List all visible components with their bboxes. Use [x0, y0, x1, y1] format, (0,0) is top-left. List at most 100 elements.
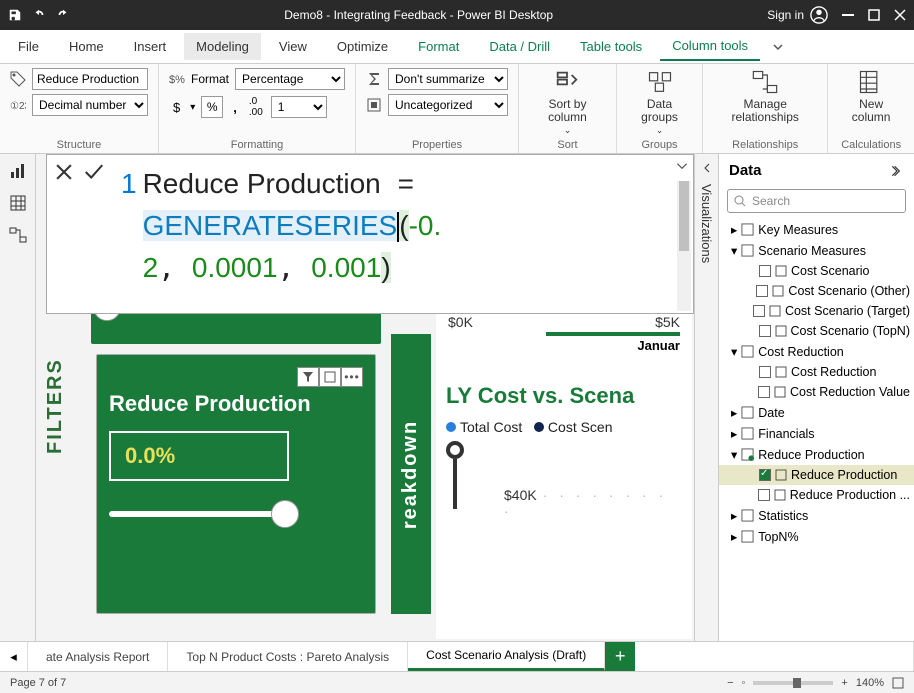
- column-name-input[interactable]: [32, 68, 148, 90]
- zoom-out-button[interactable]: −: [727, 677, 733, 689]
- filter-icon[interactable]: [297, 367, 319, 387]
- redo-icon[interactable]: [56, 8, 70, 22]
- formula-bar[interactable]: 1Reduce Production = 1GENERATESERIES(-0.…: [46, 154, 694, 314]
- field-reduce-production-value[interactable]: Reduce Production ...: [719, 485, 914, 505]
- formula-scrollbar[interactable]: [677, 181, 691, 311]
- undo-icon[interactable]: [32, 8, 46, 22]
- cancel-formula-icon[interactable]: [53, 161, 75, 183]
- zoom-in-button[interactable]: +: [841, 677, 847, 689]
- manage-relationships-button[interactable]: Manage relationships: [713, 68, 817, 124]
- field-cost-scenario[interactable]: Cost Scenario: [719, 261, 914, 281]
- decimal-button[interactable]: .0.00: [247, 94, 265, 120]
- chart-visual[interactable]: $0K $5K Januar LY Cost vs. Scena Total C…: [436, 304, 692, 639]
- maximize-icon[interactable]: [868, 9, 880, 21]
- y-axis-40k: $40K· · · · · · · · ·: [504, 487, 682, 519]
- month-label: Januar: [436, 336, 692, 355]
- report-canvas[interactable]: FILTERS Co - ••• Reduce Production 0.0% …: [36, 154, 694, 641]
- table-statistics[interactable]: ▸ Statistics: [719, 505, 914, 526]
- menu-view[interactable]: View: [267, 33, 319, 60]
- svg-text:①23: ①23: [10, 101, 26, 112]
- field-cost-scenario-target[interactable]: Cost Scenario (Target): [719, 301, 914, 321]
- slicer-card-reduce-production[interactable]: ••• Reduce Production 0.0%: [96, 354, 376, 614]
- close-icon[interactable]: [894, 9, 906, 21]
- more-icon[interactable]: •••: [341, 367, 363, 387]
- menu-format[interactable]: Format: [406, 33, 471, 60]
- tab-3[interactable]: Cost Scenario Analysis (Draft): [408, 642, 605, 671]
- currency-button[interactable]: $: [169, 98, 184, 117]
- tab-scroll-left[interactable]: ◂: [0, 642, 28, 671]
- menu-tabletools[interactable]: Table tools: [568, 33, 654, 60]
- group-label-formatting: Formatting: [169, 137, 345, 151]
- decimals-select[interactable]: 1: [271, 96, 327, 118]
- percent-button[interactable]: %: [201, 96, 223, 118]
- field-reduce-production[interactable]: Reduce Production: [719, 465, 914, 485]
- menu-columntools[interactable]: Column tools: [660, 32, 760, 61]
- format-select[interactable]: Percentage: [235, 68, 345, 90]
- table-reduce-production[interactable]: ▾ Reduce Production: [719, 444, 914, 465]
- menu-optimize[interactable]: Optimize: [325, 33, 400, 60]
- report-view-icon[interactable]: [9, 162, 27, 180]
- y-axis-0k: $0K: [448, 314, 473, 330]
- minimize-icon[interactable]: [842, 9, 854, 21]
- tab-2[interactable]: Top N Product Costs : Pareto Analysis: [168, 642, 408, 671]
- data-view-icon[interactable]: [9, 194, 27, 212]
- ribbon-group-groups: Data groups⌄ Groups: [617, 64, 703, 153]
- ribbon: ①23 Decimal number Structure $% Format P…: [0, 64, 914, 154]
- zoom-level: 140%: [856, 677, 884, 689]
- group-label-calculations: Calculations: [838, 137, 904, 151]
- data-marker: [446, 441, 464, 459]
- summarize-select[interactable]: Don't summarize: [388, 68, 508, 90]
- sign-in-button[interactable]: Sign in: [767, 6, 828, 24]
- svg-text:$%: $%: [169, 74, 185, 86]
- chevron-down-icon[interactable]: [772, 41, 784, 53]
- field-cost-scenario-topn[interactable]: Cost Scenario (TopN): [719, 321, 914, 341]
- model-view-icon[interactable]: [9, 226, 27, 244]
- quick-access: [8, 8, 70, 22]
- fit-page-icon[interactable]: [892, 677, 904, 689]
- table-key-measures[interactable]: ▸ Key Measures: [719, 219, 914, 240]
- field-cost-reduction[interactable]: Cost Reduction: [719, 362, 914, 382]
- collapse-pane-icon[interactable]: [890, 164, 904, 178]
- menu-modeling[interactable]: Modeling: [184, 33, 261, 60]
- add-page-button[interactable]: +: [605, 642, 635, 671]
- menu-file[interactable]: File: [6, 33, 51, 60]
- sort-by-column-button[interactable]: Sort by column⌄: [529, 68, 606, 136]
- visualizations-pane-collapsed[interactable]: Visualizations: [694, 154, 718, 641]
- group-label-relationships: Relationships: [713, 137, 817, 151]
- group-label-sort: Sort: [529, 137, 606, 151]
- menu-home[interactable]: Home: [57, 33, 116, 60]
- page-tabs: ◂ ate Analysis Report Top N Product Cost…: [0, 641, 914, 671]
- group-label-structure: Structure: [10, 137, 148, 151]
- save-icon[interactable]: [8, 8, 22, 22]
- commit-formula-icon[interactable]: [83, 161, 105, 183]
- field-cost-scenario-other[interactable]: Cost Scenario (Other): [719, 281, 914, 301]
- search-icon: [734, 195, 746, 207]
- field-cost-reduction-value[interactable]: Cost Reduction Value: [719, 382, 914, 402]
- menu-insert[interactable]: Insert: [122, 33, 179, 60]
- table-date[interactable]: ▸ Date: [719, 402, 914, 423]
- table-cost-reduction[interactable]: ▾ Cost Reduction: [719, 341, 914, 362]
- ribbon-group-properties: Don't summarize Uncategorized Properties: [356, 64, 519, 153]
- category-select[interactable]: Uncategorized: [388, 94, 508, 116]
- card2-title: Reduce Production: [109, 391, 363, 417]
- new-column-button[interactable]: New column: [838, 68, 904, 124]
- ribbon-group-formatting: $% Format Percentage $ ▾ % , .0.00 1 For…: [159, 64, 356, 153]
- tab-1[interactable]: ate Analysis Report: [28, 642, 168, 671]
- slicer-slider[interactable]: [109, 511, 289, 517]
- data-groups-button[interactable]: Data groups⌄: [627, 68, 692, 136]
- formula-dropdown-icon[interactable]: [675, 159, 689, 173]
- formula-editor[interactable]: 1Reduce Production = 1GENERATESERIES(-0.…: [111, 155, 693, 313]
- group-label-properties: Properties: [366, 137, 508, 151]
- fields-search[interactable]: Search: [727, 189, 906, 213]
- tab-scroll-right[interactable]: [886, 642, 914, 671]
- tag-icon: [10, 71, 26, 87]
- zoom-slider[interactable]: [753, 681, 833, 685]
- table-financials[interactable]: ▸ Financials: [719, 423, 914, 444]
- menu-datadrill[interactable]: Data / Drill: [477, 33, 562, 60]
- table-scenario-measures[interactable]: ▾ Scenario Measures: [719, 240, 914, 261]
- thousands-button[interactable]: ,: [229, 98, 241, 117]
- focus-icon[interactable]: [319, 367, 341, 387]
- datatype-select[interactable]: Decimal number: [32, 94, 148, 116]
- table-topn[interactable]: ▸ TopN%: [719, 526, 914, 547]
- view-rail: [0, 154, 36, 641]
